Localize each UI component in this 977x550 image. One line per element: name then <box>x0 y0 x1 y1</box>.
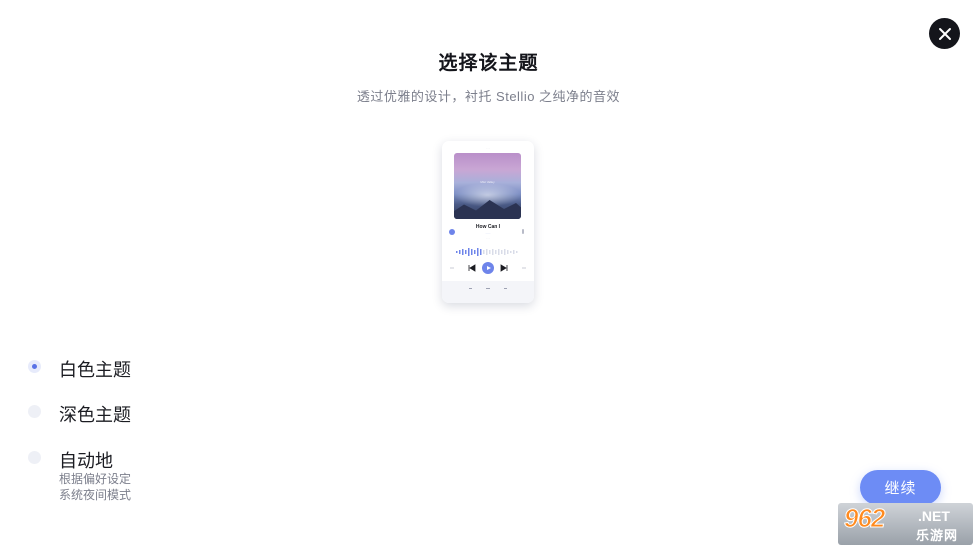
previous-icon <box>468 264 476 272</box>
page-subtitle: 透过优雅的设计，衬托 Stellio 之纯净的音效 <box>356 89 621 104</box>
theme-option-label: 白色主题 <box>59 360 131 380</box>
close-button[interactable] <box>929 18 960 49</box>
preview-song-album: · · · <box>485 236 491 240</box>
theme-option-white[interactable]: 白色主题 <box>28 354 168 380</box>
page-title: 选择该主题 <box>438 53 539 74</box>
radio-unselected-icon[interactable] <box>28 405 41 418</box>
radio-unselected-icon[interactable] <box>28 451 41 464</box>
site-watermark: 962 .NET 乐游网 <box>838 503 973 545</box>
next-icon <box>500 264 508 272</box>
preview-song-title: How Can I <box>475 224 501 230</box>
preview-album-art: Mist Valley <box>454 153 521 219</box>
preview-waveform <box>456 248 518 256</box>
theme-option-auto[interactable]: 自动地 根据偏好设定 系统夜间模式 <box>28 446 168 506</box>
theme-option-description: 系统夜间模式 <box>59 488 132 502</box>
preview-art-caption: Mist Valley <box>480 180 495 184</box>
theme-option-description: 根据偏好设定 <box>59 472 132 486</box>
theme-option-dark[interactable]: 深色主题 <box>28 400 168 426</box>
theme-preview-phone: · · · Mist Valley How Can I ····· · · · <box>442 141 534 303</box>
radio-selected-icon[interactable] <box>28 360 41 373</box>
preview-bottom-bar <box>442 281 534 303</box>
play-icon <box>482 262 494 274</box>
close-icon <box>938 27 951 40</box>
watermark-site: 乐游网 <box>916 528 959 543</box>
continue-button[interactable]: 继续 <box>860 470 941 505</box>
preview-song-artist: ····· <box>485 231 491 235</box>
watermark-number: 962 <box>843 503 885 534</box>
theme-option-label: 自动地 <box>59 451 113 471</box>
preview-status-bar: · · · <box>485 146 491 150</box>
theme-option-label: 深色主题 <box>59 405 131 425</box>
watermark-net: .NET <box>918 508 950 524</box>
